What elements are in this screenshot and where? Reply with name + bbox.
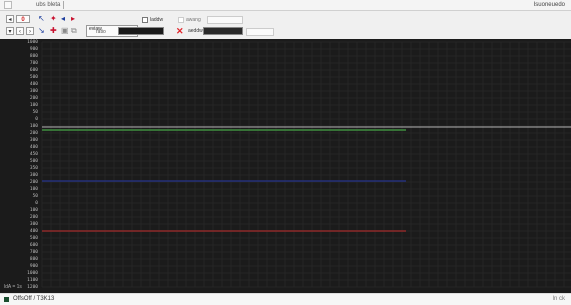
y-tick-label: 100 bbox=[29, 123, 38, 129]
y-tick-label: 50 bbox=[32, 193, 38, 199]
y-tick-label: 700 bbox=[29, 60, 38, 66]
graph-grid bbox=[41, 41, 571, 288]
y-tick-label: 100 bbox=[29, 207, 38, 213]
y-tick-label: 500 bbox=[29, 158, 38, 164]
graph-footer-label: ldA = 1s bbox=[4, 284, 22, 290]
close-icon[interactable]: ✕ bbox=[176, 27, 184, 36]
checkbox-1-label: laddw bbox=[150, 17, 164, 23]
pointer-icon[interactable]: ↘ bbox=[38, 27, 45, 35]
y-tick-label: 800 bbox=[29, 53, 38, 59]
arrow-left-button[interactable]: ◂ bbox=[6, 15, 14, 23]
step-left-button[interactable]: ‹ bbox=[16, 27, 24, 35]
checkbox-3-label: aeddw bbox=[188, 28, 203, 34]
counter-display: 0 bbox=[16, 15, 30, 23]
y-tick-label: 300 bbox=[29, 172, 38, 178]
step-right-button[interactable]: › bbox=[26, 27, 34, 35]
y-axis-labels: 1000 900 800 700 600 500 400 300 200 100 50 0 100 200… bbox=[0, 39, 40, 293]
y-tick-label: 200 bbox=[29, 179, 38, 185]
checkbox-2-label: awang bbox=[186, 17, 201, 23]
y-tick-label: 600 bbox=[29, 242, 38, 248]
status-icon bbox=[4, 297, 9, 302]
ratio-label: ratio bbox=[96, 29, 106, 35]
y-tick-label: 400 bbox=[29, 228, 38, 234]
y-tick-label: 900 bbox=[29, 263, 38, 269]
status-text: OffsOff / T3K13 bbox=[13, 296, 55, 302]
y-tick-label: 350 bbox=[29, 165, 38, 171]
cursor-icon[interactable]: ↖ bbox=[38, 15, 45, 23]
y-tick-label: 600 bbox=[29, 67, 38, 73]
y-tick-label: 0 bbox=[35, 116, 38, 122]
status-bar: OffsOff / T3K13 ln ck bbox=[0, 293, 571, 305]
marker-add-icon[interactable]: ✚ bbox=[50, 27, 57, 35]
field-2[interactable] bbox=[246, 28, 274, 36]
y-tick-label: 0 bbox=[35, 200, 38, 206]
topbar-right-label[interactable]: Isuoneuedo bbox=[534, 1, 565, 9]
y-tick-label: 500 bbox=[29, 235, 38, 241]
y-tick-label: 50 bbox=[32, 109, 38, 115]
checkbox-1[interactable] bbox=[142, 17, 148, 23]
vertical-marker-icon[interactable]: ✦ bbox=[50, 15, 57, 23]
value-display bbox=[203, 27, 243, 35]
toolbar: ◂ 0 ↖ ✦ ◂ ▸ ▾ ‹ › ↘ ✚ ▣ ⧉ eviaw ratio la… bbox=[0, 11, 571, 38]
copy-icon[interactable]: ⧉ bbox=[71, 27, 77, 35]
y-tick-label: 500 bbox=[29, 74, 38, 80]
y-tick-label: 1200 bbox=[27, 284, 38, 290]
y-tick-label: 300 bbox=[29, 221, 38, 227]
y-tick-label: 100 bbox=[29, 186, 38, 192]
y-tick-label: 300 bbox=[29, 137, 38, 143]
y-tick-label: 1000 bbox=[27, 39, 38, 45]
y-tick-label: 300 bbox=[29, 88, 38, 94]
move-right-icon[interactable]: ▸ bbox=[71, 15, 75, 23]
ratio-display bbox=[118, 27, 164, 35]
y-tick-label: 450 bbox=[29, 151, 38, 157]
y-tick-label: 200 bbox=[29, 130, 38, 136]
tab-first[interactable] bbox=[4, 1, 12, 9]
field-1[interactable] bbox=[207, 16, 243, 24]
y-tick-label: 1000 bbox=[27, 270, 38, 276]
tab-second[interactable]: ubs bleta bbox=[33, 1, 65, 9]
y-tick-label: 1100 bbox=[27, 277, 38, 283]
y-tick-label: 200 bbox=[29, 214, 38, 220]
y-tick-label: 200 bbox=[29, 95, 38, 101]
y-tick-label: 900 bbox=[29, 46, 38, 52]
y-tick-label: 100 bbox=[29, 102, 38, 108]
move-left-icon[interactable]: ◂ bbox=[61, 15, 65, 23]
prev-button[interactable]: ▾ bbox=[6, 27, 14, 35]
y-tick-label: 700 bbox=[29, 249, 38, 255]
graph-area[interactable]: 1000 900 800 700 600 500 400 300 200 100 50 0 100 200… bbox=[0, 39, 571, 293]
y-tick-label: 800 bbox=[29, 256, 38, 262]
status-right: ln ck bbox=[552, 296, 565, 302]
checkbox-2[interactable] bbox=[178, 17, 184, 23]
y-tick-label: 400 bbox=[29, 144, 38, 150]
save-icon[interactable]: ▣ bbox=[61, 27, 69, 35]
top-bar: ubs bleta Isuoneuedo bbox=[0, 0, 571, 11]
y-tick-label: 400 bbox=[29, 81, 38, 87]
